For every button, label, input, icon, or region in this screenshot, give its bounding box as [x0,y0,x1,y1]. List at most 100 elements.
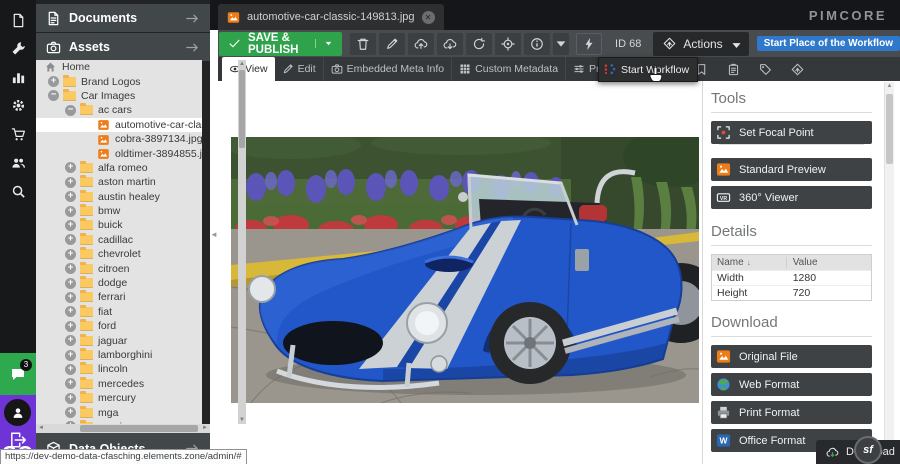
tree-expander-icon[interactable]: + [65,162,76,173]
open-document-tab[interactable]: automotive-car-classic-149813.jpg ✕ [218,4,444,30]
expand-arrow-icon[interactable] [185,11,200,26]
documents-panel-header[interactable]: Documents [36,4,210,32]
save-options-caret[interactable] [315,39,333,48]
tree-expander-icon[interactable]: + [65,191,76,202]
asset-tab[interactable]: Custom Metadata [452,57,566,81]
tree-item[interactable]: + aston martin [36,175,202,189]
reload-button[interactable] [466,33,492,55]
details-table-header[interactable]: Name↓ Value [712,255,871,270]
tree-item[interactable]: + bmw [36,204,202,218]
info-button[interactable] [524,33,550,55]
module-icon-button[interactable] [0,35,36,64]
tree-item[interactable]: − ac cars [36,103,202,117]
tree-expander-icon[interactable]: + [65,263,76,274]
tree-item[interactable]: + mercury [36,391,202,405]
tree-item[interactable]: + fiat [36,305,202,319]
tab-workflow-icon[interactable] [786,57,808,81]
tree-expander-icon[interactable]: + [65,278,76,289]
quick-actions-button[interactable] [576,33,602,55]
tree-item[interactable]: − Car Images [36,89,202,103]
tree-item[interactable]: automotive-car-classic-14 [36,118,202,132]
tree-item[interactable]: oldtimer-3894855.jpg [36,146,202,160]
asset-tab[interactable]: Edit [275,57,324,81]
tree-item[interactable]: + austin healey [36,190,202,204]
tree-expander-icon[interactable]: − [48,90,59,101]
tree-expander-icon[interactable]: + [65,393,76,404]
asset-tab[interactable]: View [222,57,275,81]
tree-expander-icon[interactable]: + [65,364,76,375]
tree-item[interactable]: cobra-3897134.jpg [36,132,202,146]
tree-vertical-scrollbar[interactable]: ▲ ▼ [238,60,246,424]
image-file-icon [227,11,240,24]
tree-expander-icon[interactable]: + [65,407,76,418]
tree-item[interactable]: + jaguar [36,333,202,347]
close-tab-icon[interactable]: ✕ [422,11,435,24]
module-icon-button[interactable] [0,120,36,149]
scrollbar-thumb[interactable] [886,94,893,164]
tool-button[interactable]: Set Focal Point [711,121,872,144]
asset-preview-image[interactable] [231,137,699,403]
tree-node-icon [80,105,93,115]
tab-tags-icon[interactable] [754,57,776,81]
tab-notes-clipboard-icon[interactable] [722,57,744,81]
asset-tab[interactable]: Embedded Meta Info [324,57,452,81]
tree-item[interactable]: + mercedes [36,377,202,391]
actions-dropdown-button[interactable]: Actions [653,32,748,56]
user-avatar[interactable] [4,399,31,426]
tree-expander-icon[interactable]: + [65,321,76,332]
tree-expander-icon[interactable]: + [65,306,76,317]
tree-item[interactable]: + Brand Logos [36,74,202,88]
tree-item[interactable]: + citroen [36,261,202,275]
info-caret-button[interactable] [553,33,569,55]
tree-expander-icon[interactable]: + [65,234,76,245]
module-icon-button[interactable] [0,149,36,178]
save-publish-button[interactable]: SAVE & PUBLISH [219,32,342,56]
module-icon-button[interactable] [0,177,36,206]
tree-item[interactable]: + chevrolet [36,247,202,261]
tree-expander-icon[interactable]: + [65,177,76,188]
download-format-button[interactable]: Original File [711,345,872,368]
scrollbar-thumb[interactable] [80,425,198,432]
tree-expander-icon[interactable]: + [65,206,76,217]
chat-button[interactable] [0,353,36,395]
tree-item[interactable]: + lincoln [36,362,202,376]
tree-node-icon [80,278,93,288]
upload-button[interactable] [408,33,434,55]
tree-expander-icon[interactable]: + [65,350,76,361]
module-icon-button[interactable] [0,63,36,92]
panel-vertical-scrollbar[interactable]: ▲ ▼ [884,82,894,464]
expand-arrow-icon[interactable] [185,40,200,55]
tree-item[interactable]: + mga [36,405,202,419]
tree-expander-icon[interactable]: + [65,220,76,231]
collapse-sidebar-handle[interactable]: ◄ [210,230,218,239]
tree-expander-icon[interactable]: + [65,378,76,389]
assets-panel-header[interactable]: Assets [36,33,210,61]
download-format-button[interactable]: Print Format [711,401,872,424]
tree-item[interactable]: + buick [36,218,202,232]
tree-item[interactable]: + lamborghini [36,348,202,362]
tree-expander-icon[interactable]: + [48,76,59,87]
tree-item[interactable]: + ford [36,319,202,333]
tree-item[interactable]: + dodge [36,276,202,290]
details-table-row: Height 720 [712,285,871,300]
tree-expander-icon[interactable]: + [65,335,76,346]
delete-button[interactable] [350,33,376,55]
tool-button[interactable]: Standard Preview [711,158,872,181]
locate-in-tree-button[interactable] [495,33,521,55]
profiler-badge[interactable]: sf [854,436,882,464]
tree-item[interactable]: + ferrari [36,290,202,304]
tree-item[interactable]: + cadillac [36,233,202,247]
tree-item[interactable]: Home [36,60,202,74]
module-icon-button[interactable] [0,92,36,121]
tree-expander-icon[interactable]: + [65,292,76,303]
rename-button[interactable] [379,33,405,55]
tree-expander-icon[interactable]: + [65,249,76,260]
tree-item[interactable]: + alfa romeo [36,161,202,175]
tree-horizontal-scrollbar[interactable]: ◄ ► [36,424,210,433]
download-asset-button[interactable] [437,33,463,55]
tool-button[interactable]: VR 360° Viewer [711,186,872,209]
module-icon-button[interactable] [0,6,36,35]
download-format-button[interactable]: Web Format [711,373,872,396]
tree-expander-icon[interactable]: − [65,105,76,116]
scrollbar-thumb[interactable] [239,70,245,148]
